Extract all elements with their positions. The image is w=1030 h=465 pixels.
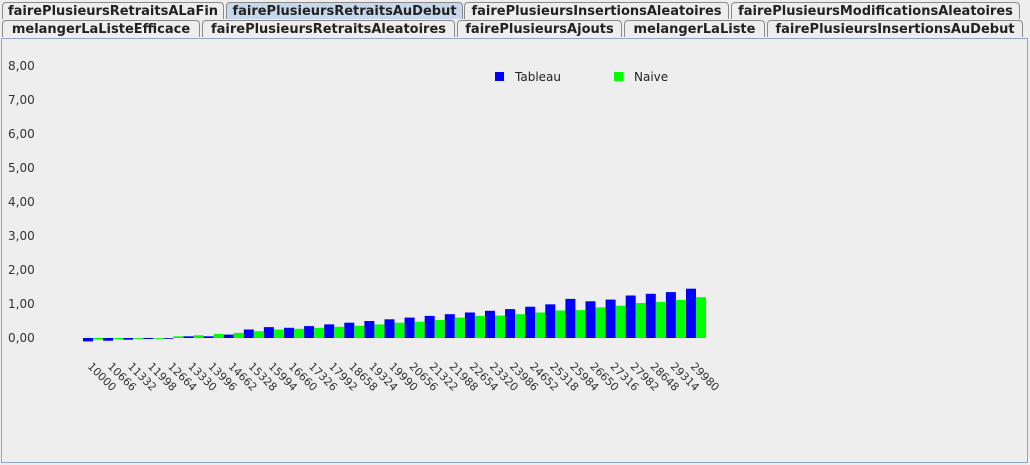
bar-naive [233, 332, 244, 338]
bar-naive [314, 327, 325, 338]
bar-tableau [525, 306, 536, 338]
bar-naive [253, 331, 264, 338]
bar-naive [133, 338, 144, 339]
y-tick-label: 0,00 [8, 331, 35, 345]
bar-naive [414, 321, 425, 338]
bar-tableau [103, 338, 114, 341]
bar-naive [354, 325, 365, 338]
legend-swatch-naive [614, 72, 623, 81]
bar-tableau [424, 315, 435, 338]
y-tick-label: 1,00 [8, 297, 35, 311]
y-tick-label: 8,00 [8, 59, 35, 73]
bar-naive [374, 324, 385, 338]
bar-tableau [223, 334, 234, 338]
bar-tableau [263, 327, 274, 338]
bar-naive [273, 329, 284, 338]
bar-naive [555, 310, 566, 338]
y-tick-label: 3,00 [8, 229, 35, 243]
bar-tableau [364, 321, 375, 338]
y-tick-label: 2,00 [8, 263, 35, 277]
bar-tableau [665, 292, 676, 338]
bar-tableau [565, 298, 576, 338]
legend-swatch-tableau [495, 72, 504, 81]
tab-fairePlusieursRetraitsAuDebut[interactable]: fairePlusieursRetraitsAuDebut [226, 2, 463, 19]
bar-naive [635, 302, 646, 338]
bar-naive [454, 317, 465, 338]
bar-naive [434, 319, 445, 338]
bar-naive [334, 326, 345, 338]
bar-tableau [384, 319, 395, 338]
bar-naive [575, 310, 586, 338]
bar-tableau [304, 326, 315, 338]
bar-tableau [686, 288, 696, 338]
bar-tableau [123, 338, 134, 340]
bar-tableau [163, 338, 174, 339]
bar-tableau [143, 338, 154, 340]
y-tick-label: 4,00 [8, 195, 35, 209]
bar-chart: 8,007,006,005,004,003,002,001,000,001000… [8, 59, 722, 394]
bar-tableau [183, 336, 194, 338]
bar-naive [655, 301, 666, 338]
bar-naive [213, 333, 224, 338]
tab-fairePlusieursInsertionsAleatoires[interactable]: fairePlusieursInsertionsAleatoires [464, 2, 729, 19]
bar-tableau [625, 295, 636, 338]
bar-tableau [585, 301, 596, 338]
bar-tableau [545, 304, 556, 338]
tab-melangerLaListeEfficace[interactable]: melangerLaListeEfficace [2, 20, 200, 37]
bar-naive [153, 338, 164, 339]
bar-naive [515, 314, 526, 338]
bar-tableau [605, 299, 616, 338]
bar-tableau [284, 327, 294, 338]
tab-melangerLaListe[interactable]: melangerLaListe [624, 20, 765, 37]
bar-naive [595, 307, 606, 338]
bar-naive [93, 338, 103, 340]
bar-naive [615, 305, 626, 338]
y-tick-label: 5,00 [8, 161, 35, 175]
bar-tableau [203, 336, 214, 338]
bar-naive [113, 338, 124, 340]
bar-naive [193, 335, 204, 338]
tab-fairePlusieursInsertionsAuDebut[interactable]: fairePlusieursInsertionsAuDebut [767, 20, 1023, 37]
bar-tableau [505, 309, 516, 338]
bar-tableau [324, 324, 335, 338]
bar-tableau [344, 322, 355, 338]
bar-naive [535, 312, 546, 338]
legend-label-naive: Naive [634, 70, 668, 84]
bar-naive [173, 336, 184, 338]
tab-fairePlusieursRetraitsALaFin[interactable]: fairePlusieursRetraitsALaFin [2, 2, 224, 19]
tab-fairePlusieursModificationsAleatoires[interactable]: fairePlusieursModificationsAleatoires [731, 2, 1020, 19]
bar-tableau [444, 314, 455, 338]
bar-naive [696, 297, 706, 338]
bar-tableau [485, 310, 495, 338]
bar-naive [294, 328, 304, 338]
bar-tableau [464, 312, 475, 338]
tab-fairePlusieursRetraitsAleatoires[interactable]: fairePlusieursRetraitsAleatoires [202, 20, 455, 37]
chart-panel: 8,00 7,00 6,00 5,00 4,00 3,00 2,00 1,00 0,00 1000… [1, 38, 1028, 463]
bar-naive [495, 315, 505, 338]
legend-label-tableau: Tableau [514, 70, 561, 84]
bar-tableau [404, 317, 415, 338]
bar-naive [675, 299, 686, 338]
tab-fairePlusieursAjouts[interactable]: fairePlusieursAjouts [457, 20, 622, 37]
bar-tableau [645, 293, 656, 338]
bar-naive [474, 315, 485, 338]
bar-tableau [83, 338, 93, 342]
bar-tableau [243, 329, 254, 338]
y-tick-label: 7,00 [8, 93, 35, 107]
y-tick-label: 6,00 [8, 127, 35, 141]
bar-naive [394, 322, 405, 338]
